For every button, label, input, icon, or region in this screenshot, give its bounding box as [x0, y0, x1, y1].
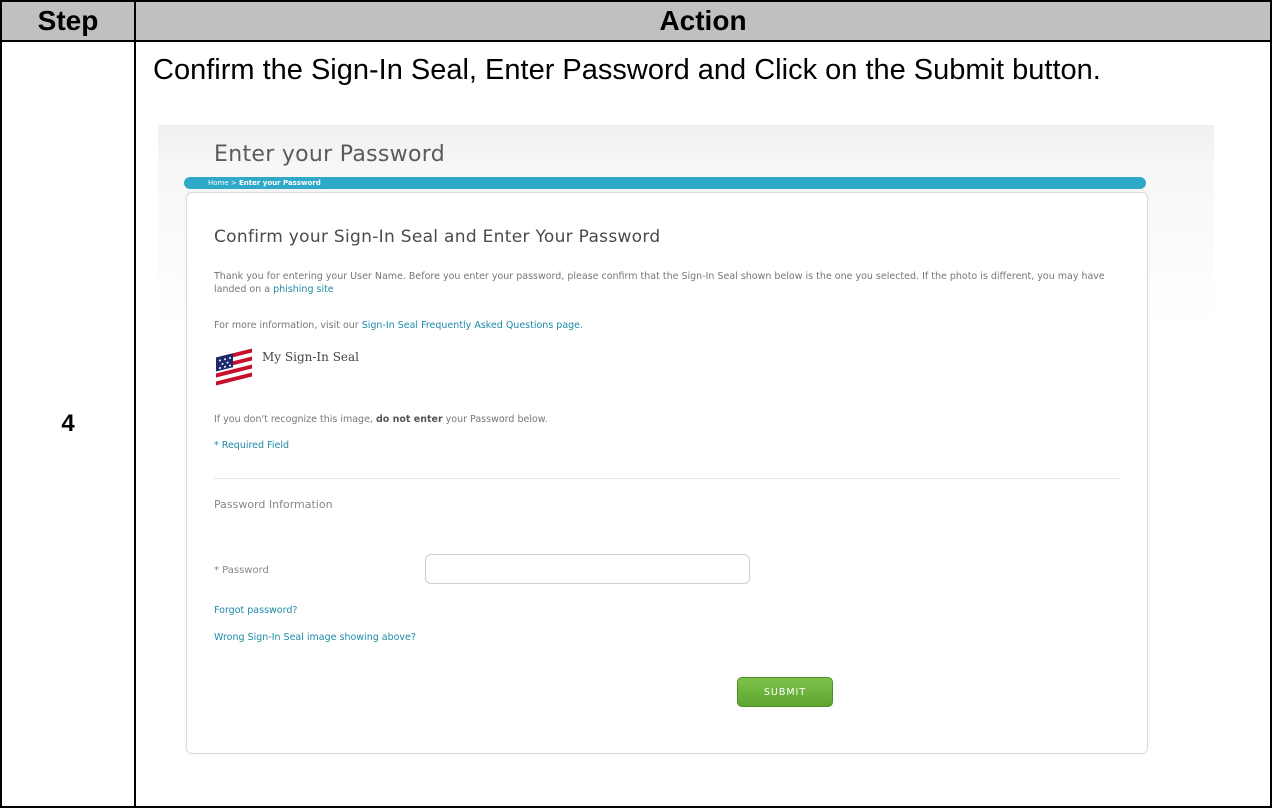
flag-seal-icon: [214, 346, 256, 388]
page-title: Enter your Password: [214, 142, 445, 167]
submit-button[interactable]: SUBMIT: [737, 677, 833, 707]
step-number: 4: [0, 40, 136, 808]
phishing-link[interactable]: phishing site: [273, 284, 334, 295]
wrong-seal-link[interactable]: Wrong Sign-In Seal image showing above?: [214, 632, 416, 643]
password-input[interactable]: [425, 554, 750, 584]
panel-title: Confirm your Sign-In Seal and Enter Your…: [214, 227, 661, 247]
breadcrumb-separator: >: [230, 179, 237, 187]
forgot-password-link[interactable]: Forgot password?: [214, 605, 297, 616]
faq-link[interactable]: Sign-In Seal Frequently Asked Questions …: [362, 320, 583, 331]
divider: [214, 478, 1120, 479]
section-label: Password Information: [214, 498, 333, 511]
breadcrumb-current: Enter your Password: [239, 179, 321, 187]
action-column-header: Action: [134, 0, 1272, 42]
breadcrumb-home[interactable]: Home: [208, 179, 229, 187]
action-cell: Confirm the Sign-In Seal, Enter Password…: [134, 40, 1272, 808]
table-row: 4 Confirm the Sign-In Seal, Enter Passwo…: [0, 40, 1272, 808]
breadcrumb: Home > Enter your Password: [184, 177, 1146, 189]
instruction-text: Confirm the Sign-In Seal, Enter Password…: [153, 54, 1101, 86]
warning-prefix: If you don't recognize this image,: [214, 414, 373, 425]
warning-bold: do not enter: [375, 414, 443, 425]
more-info-text: For more information, visit our: [214, 320, 359, 331]
table-header-row: Step Action: [0, 0, 1272, 42]
step-column-header: Step: [0, 0, 136, 42]
password-label: * Password: [214, 565, 269, 576]
warning-suffix: your Password below.: [445, 414, 548, 425]
seal-label: My Sign-In Seal: [262, 350, 360, 364]
instruction-table: Step Action 4 Confirm the Sign-In Seal, …: [0, 0, 1272, 808]
intro-paragraph: Thank you for entering your User Name. B…: [214, 270, 1114, 296]
embedded-screenshot: Enter your Password Home > Enter your Pa…: [158, 125, 1214, 775]
warning-paragraph: If you don't recognize this image, do no…: [214, 413, 1114, 426]
sign-in-seal: My Sign-In Seal: [214, 346, 359, 388]
intro-text: Thank you for entering your User Name. B…: [214, 271, 1105, 295]
password-panel: Confirm your Sign-In Seal and Enter Your…: [186, 192, 1148, 754]
required-field-note: * Required Field: [214, 440, 289, 451]
more-info-paragraph: For more information, visit our Sign-In …: [214, 319, 1114, 332]
